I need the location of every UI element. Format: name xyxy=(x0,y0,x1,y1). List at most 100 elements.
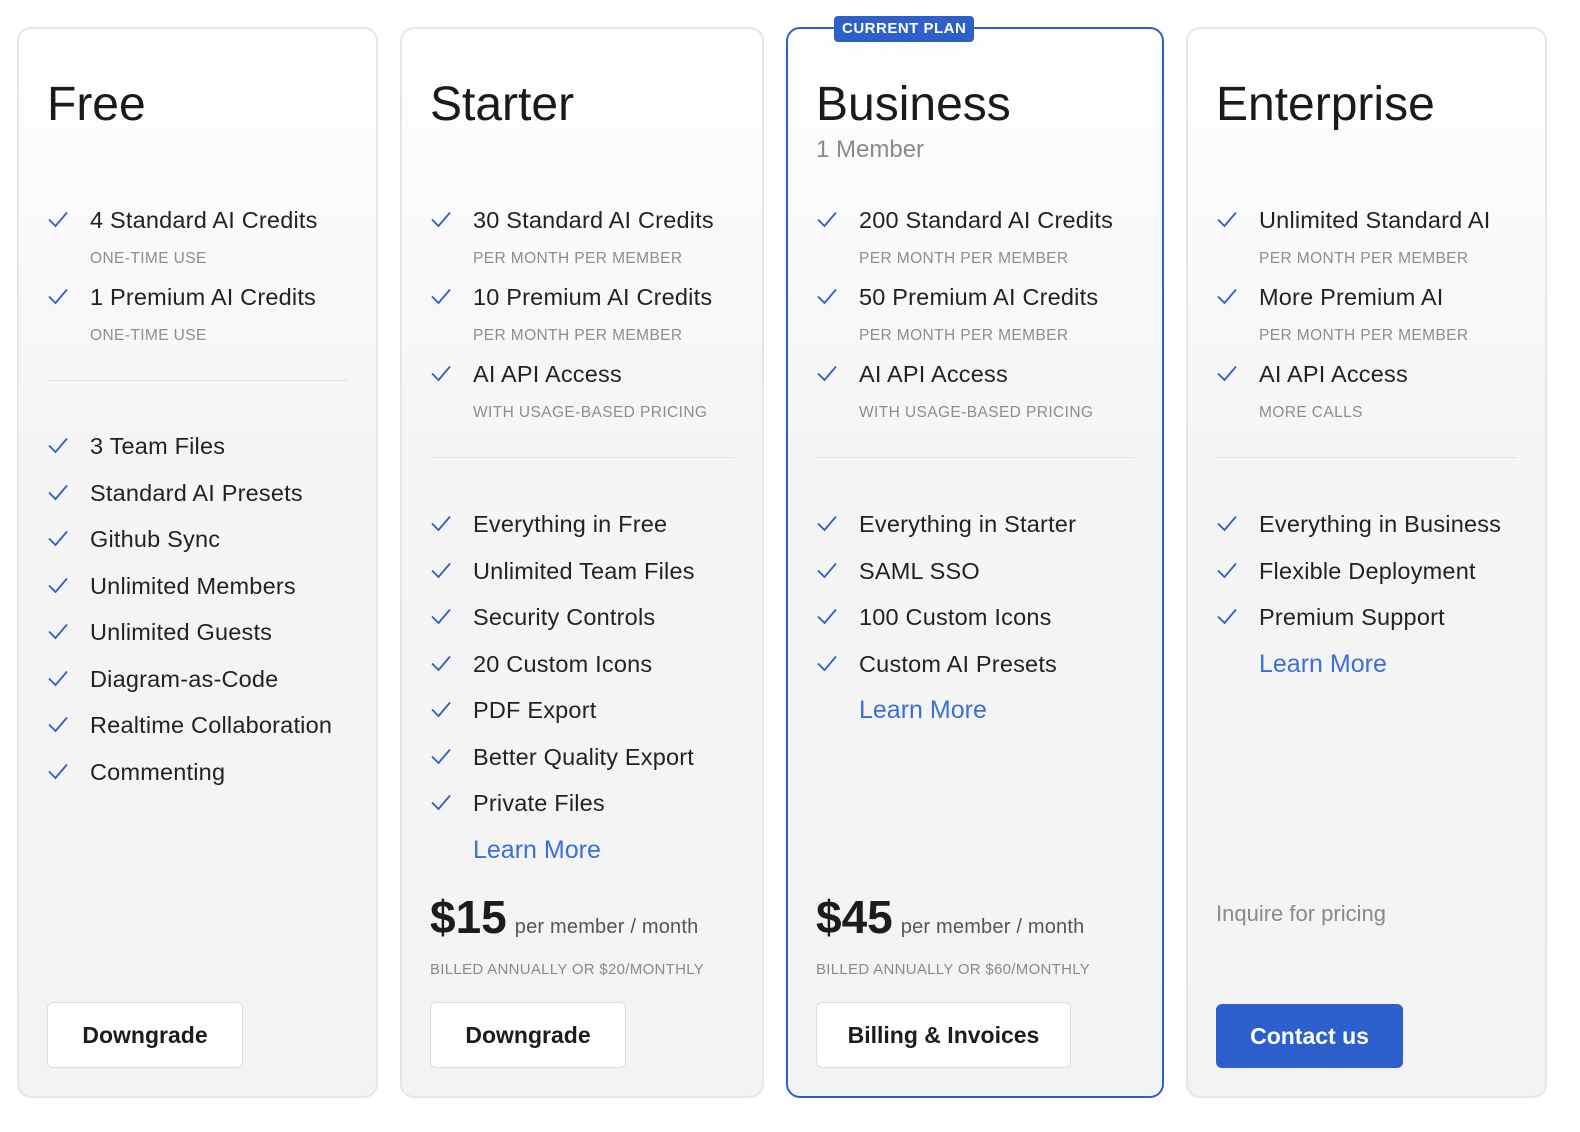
check-icon xyxy=(431,562,451,578)
check-icon xyxy=(48,670,68,686)
feature-label: 3 Team Files xyxy=(90,433,226,459)
plan-name: Business xyxy=(816,78,1011,131)
feature-item: Everything in Starter xyxy=(816,509,1134,556)
feature-label: Everything in Starter xyxy=(859,511,1077,537)
feature-item: Everything in Free xyxy=(430,509,734,556)
feature-item: Premium Support xyxy=(1216,602,1517,649)
credit-item: Unlimited Standard AI PER MONTH PER MEMBE… xyxy=(1216,205,1517,282)
feature-label: Commenting xyxy=(90,758,226,785)
credit-label: AI API Access xyxy=(473,361,622,387)
feature-label: PDF Export xyxy=(473,697,597,723)
check-icon xyxy=(48,484,68,500)
feature-label: Premium Support xyxy=(1259,604,1445,630)
current-plan-badge: CURRENT PLAN xyxy=(834,16,975,42)
check-icon xyxy=(1217,608,1237,625)
feature-item: 20 Custom Icons xyxy=(430,649,734,696)
check-icon xyxy=(48,763,68,779)
credit-item: 200 Standard AI Credits PER MONTH PER MEM… xyxy=(816,205,1134,282)
check-icon xyxy=(817,655,837,671)
feature-item: Unlimited Members xyxy=(47,571,348,618)
feature-label: Everything in Business xyxy=(1259,511,1502,537)
check-icon xyxy=(48,437,68,454)
features-list: Everything in Business Flexible Deployme… xyxy=(1216,509,1517,679)
billing-note: BILLED ANNUALLY OR $20/MONTHLY xyxy=(430,961,705,978)
check-icon xyxy=(1217,562,1237,578)
credit-note: WITH USAGE-BASED PRICING xyxy=(473,404,708,421)
feature-item: 100 Custom Icons xyxy=(816,602,1134,649)
check-icon xyxy=(48,623,68,640)
feature-item: Flexible Deployment xyxy=(1216,556,1517,603)
divider xyxy=(47,380,348,381)
credit-note: ONE-TIME USE xyxy=(90,327,207,344)
learn-more-link[interactable]: Learn More xyxy=(816,695,987,725)
credit-note: MORE CALLS xyxy=(1259,404,1363,421)
features-list: Everything in Free Unlimited Team Files … xyxy=(430,509,734,865)
plan-name: Enterprise xyxy=(1216,78,1435,131)
billing-invoices-button[interactable]: Billing & Invoices xyxy=(816,1002,1071,1068)
feature-label: Unlimited Guests xyxy=(90,619,273,645)
check-icon xyxy=(817,211,837,228)
feature-item: 3 Team Files xyxy=(47,431,348,478)
feature-label: Better Quality Export xyxy=(473,743,695,770)
feature-label: Standard AI Presets xyxy=(90,479,303,506)
price-row: $15 per member / month xyxy=(430,889,698,945)
check-icon xyxy=(431,655,451,671)
credit-note: PER MONTH PER MEMBER xyxy=(1259,250,1469,267)
contact-us-button[interactable]: Contact us xyxy=(1216,1004,1403,1068)
learn-more-link[interactable]: Learn More xyxy=(430,835,601,865)
divider xyxy=(430,457,734,458)
credit-label: 1 Premium AI Credits xyxy=(90,284,317,310)
feature-item: Unlimited Guests xyxy=(47,617,348,664)
price-row: $45 per member / month xyxy=(816,889,1084,945)
pricing-text: Inquire for pricing xyxy=(1216,901,1386,926)
credits-list: 200 Standard AI Credits PER MONTH PER MEM… xyxy=(816,205,1134,436)
downgrade-button[interactable]: Downgrade xyxy=(47,1002,243,1068)
feature-item: Unlimited Team Files xyxy=(430,556,734,603)
credit-label: 200 Standard AI Credits xyxy=(859,207,1114,233)
plan-card-starter: Starter 30 Standard AI Credits PER MONTH … xyxy=(400,27,764,1098)
feature-label: Everything in Free xyxy=(473,511,668,537)
feature-item: Everything in Business xyxy=(1216,509,1517,556)
feature-label: 100 Custom Icons xyxy=(859,604,1052,630)
credit-note: PER MONTH PER MEMBER xyxy=(473,327,683,344)
learn-more-link[interactable]: Learn More xyxy=(1216,649,1387,679)
feature-item: Custom AI Presets xyxy=(816,649,1134,696)
check-icon xyxy=(48,288,68,305)
downgrade-button[interactable]: Downgrade xyxy=(430,1002,626,1068)
plan-name: Free xyxy=(47,78,146,131)
learn-more-item: Learn More xyxy=(816,695,1134,725)
credit-label: More Premium AI xyxy=(1259,284,1444,310)
price: $45 xyxy=(816,891,893,943)
feature-label: Private Files xyxy=(473,790,605,816)
pricing-plans: Free 4 Standard AI Credits ONE-TIME USE 1… xyxy=(0,0,1580,1132)
plan-card-enterprise: Enterprise Unlimited Standard AI PER MONT… xyxy=(1186,27,1547,1098)
check-icon xyxy=(431,365,451,382)
credit-item: 10 Premium AI Credits PER MONTH PER MEMBE… xyxy=(430,282,734,359)
credit-label: 30 Standard AI Credits xyxy=(473,207,714,233)
divider xyxy=(816,457,1134,458)
check-icon xyxy=(817,288,837,305)
credit-note: PER MONTH PER MEMBER xyxy=(859,250,1069,267)
credit-item: 1 Premium AI Credits ONE-TIME USE xyxy=(47,282,348,359)
member-count: 1 Member xyxy=(816,136,925,163)
feature-item: Commenting xyxy=(47,757,348,804)
feature-item: Github Sync xyxy=(47,524,348,571)
feature-label: Security Controls xyxy=(473,604,656,630)
check-icon xyxy=(1217,365,1237,382)
feature-label: Github Sync xyxy=(90,526,221,552)
check-icon xyxy=(48,577,68,593)
check-icon xyxy=(48,530,68,547)
feature-item: Security Controls xyxy=(430,602,734,649)
features-list: Everything in Starter SAML SSO 100 Custo… xyxy=(816,509,1134,725)
credit-item: AI API Access WITH USAGE-BASED PRICING xyxy=(430,359,734,436)
feature-label: Unlimited Team Files xyxy=(473,557,695,584)
feature-item: PDF Export xyxy=(430,695,734,742)
learn-more-item: Learn More xyxy=(1216,649,1517,679)
credit-label: Unlimited Standard AI xyxy=(1259,207,1491,233)
credit-label: AI API Access xyxy=(859,361,1008,387)
features-list: 3 Team Files Standard AI Presets Github … xyxy=(47,431,348,803)
price-unit: per member / month xyxy=(514,916,699,938)
credit-label: 10 Premium AI Credits xyxy=(473,284,713,310)
credit-note: PER MONTH PER MEMBER xyxy=(473,250,683,267)
check-icon xyxy=(817,515,837,532)
